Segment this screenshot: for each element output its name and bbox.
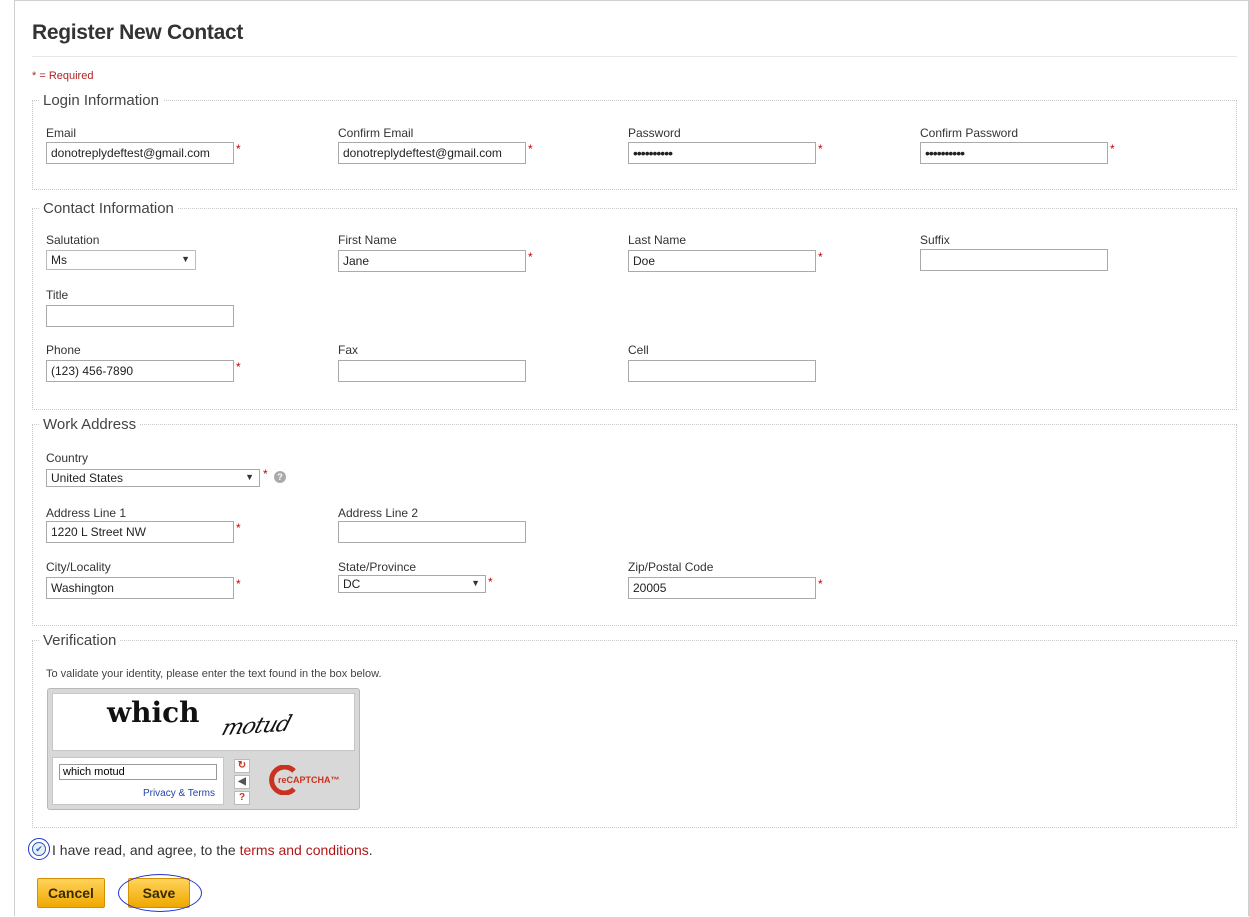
suffix-label: Suffix [920,233,950,247]
title-field[interactable] [46,305,234,327]
required-marker: * [263,467,268,481]
required-marker: * [1110,142,1115,156]
terms-link[interactable]: terms and conditions [240,842,369,858]
country-label: Country [46,451,89,465]
address-line-2-field[interactable] [338,521,526,543]
salutation-label: Salutation [46,233,100,247]
verification-legend: Verification [43,632,117,649]
chevron-down-icon: ▼ [245,472,254,482]
country-select[interactable]: United States ▼ [46,469,260,487]
phone-field[interactable] [46,360,234,382]
privacy-terms-link[interactable]: Privacy & Terms [143,788,215,799]
agree-text: I have read, and agree, to the terms and… [52,842,373,858]
annotation-ring [118,874,202,912]
captcha-response-box: Privacy & Terms [52,757,224,805]
state-label: State/Province [338,560,417,574]
required-marker: * [818,142,823,156]
last-name-field[interactable] [628,250,816,272]
password-label: Password [628,126,681,140]
required-marker: * [528,142,533,156]
last-name-label: Last Name [628,233,687,247]
first-name-label: First Name [338,233,397,247]
required-marker: * [236,577,241,591]
city-label: City/Locality [46,560,111,574]
city-field[interactable] [46,577,234,599]
help-question-icon[interactable]: ? [234,791,250,805]
country-value: United States [51,471,124,485]
required-marker: * [236,142,241,156]
address-line-1-label: Address Line 1 [46,506,127,520]
fax-label: Fax [338,343,359,357]
confirm-password-field[interactable]: •••••••••• [920,142,1108,164]
help-icon[interactable]: ? [274,471,286,483]
first-name-field[interactable] [338,250,526,272]
cell-field[interactable] [628,360,816,382]
title-divider [32,56,1237,57]
login-information-section: Login Information [32,92,1237,190]
required-note: * = Required [32,70,94,82]
login-information-legend: Login Information [43,92,159,109]
required-marker: * [818,250,823,264]
audio-icon[interactable]: ◀ [234,775,250,789]
fax-field[interactable] [338,360,526,382]
address-line-1-field[interactable] [46,521,234,543]
cancel-button[interactable]: Cancel [37,878,105,908]
suffix-field[interactable] [920,249,1108,271]
zip-label: Zip/Postal Code [628,560,714,574]
address-line-2-label: Address Line 2 [338,506,419,520]
state-select[interactable]: DC ▼ [338,575,486,593]
recaptcha-widget: which motud Privacy & Terms ↻ ◀ ? reCAPT… [47,688,360,810]
chevron-down-icon: ▼ [181,254,190,264]
required-marker: * [528,250,533,264]
contact-information-legend: Contact Information [43,200,174,217]
agree-label: I have read, and agree, to the [52,842,240,858]
required-marker: * [236,521,241,535]
state-value: DC [343,577,361,591]
refresh-icon[interactable]: ↻ [234,759,250,773]
confirm-password-label: Confirm Password [920,126,1019,140]
required-marker: * [818,577,823,591]
salutation-select[interactable]: Ms ▼ [46,250,196,270]
verification-instructions: To validate your identity, please enter … [46,668,382,680]
page-title: Register New Contact [32,21,244,44]
recaptcha-brand: reCAPTCHA™ [278,775,340,785]
required-marker: * [488,575,493,589]
phone-label: Phone [46,343,81,357]
cell-label: Cell [628,343,649,357]
confirm-email-label: Confirm Email [338,126,414,140]
captcha-image: which motud [52,693,355,751]
salutation-value: Ms [51,253,67,267]
captcha-word-1: which [107,696,200,729]
password-field[interactable]: •••••••••• [628,142,816,164]
confirm-email-field[interactable] [338,142,526,164]
required-marker: * [236,360,241,374]
email-label: Email [46,126,77,140]
zip-field[interactable] [628,577,816,599]
captcha-word-2: motud [218,711,294,742]
captcha-response-input[interactable] [59,764,217,780]
email-field[interactable] [46,142,234,164]
chevron-down-icon: ▼ [471,578,480,588]
work-address-legend: Work Address [43,416,137,433]
agree-suffix: . [368,842,373,858]
title-label: Title [46,288,69,302]
agree-checkbox[interactable]: ✔ [32,842,46,856]
